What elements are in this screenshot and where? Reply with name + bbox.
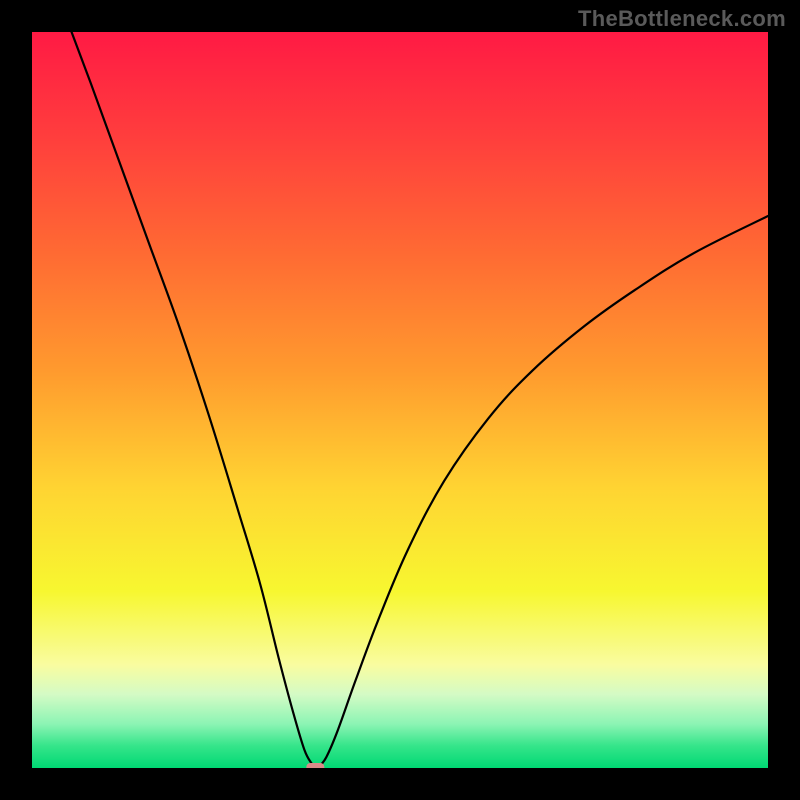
bottleneck-plot bbox=[32, 32, 768, 768]
gradient-background bbox=[32, 32, 768, 768]
chart-frame: TheBottleneck.com bbox=[0, 0, 800, 800]
watermark-text: TheBottleneck.com bbox=[578, 6, 786, 32]
minimum-marker bbox=[306, 763, 324, 768]
